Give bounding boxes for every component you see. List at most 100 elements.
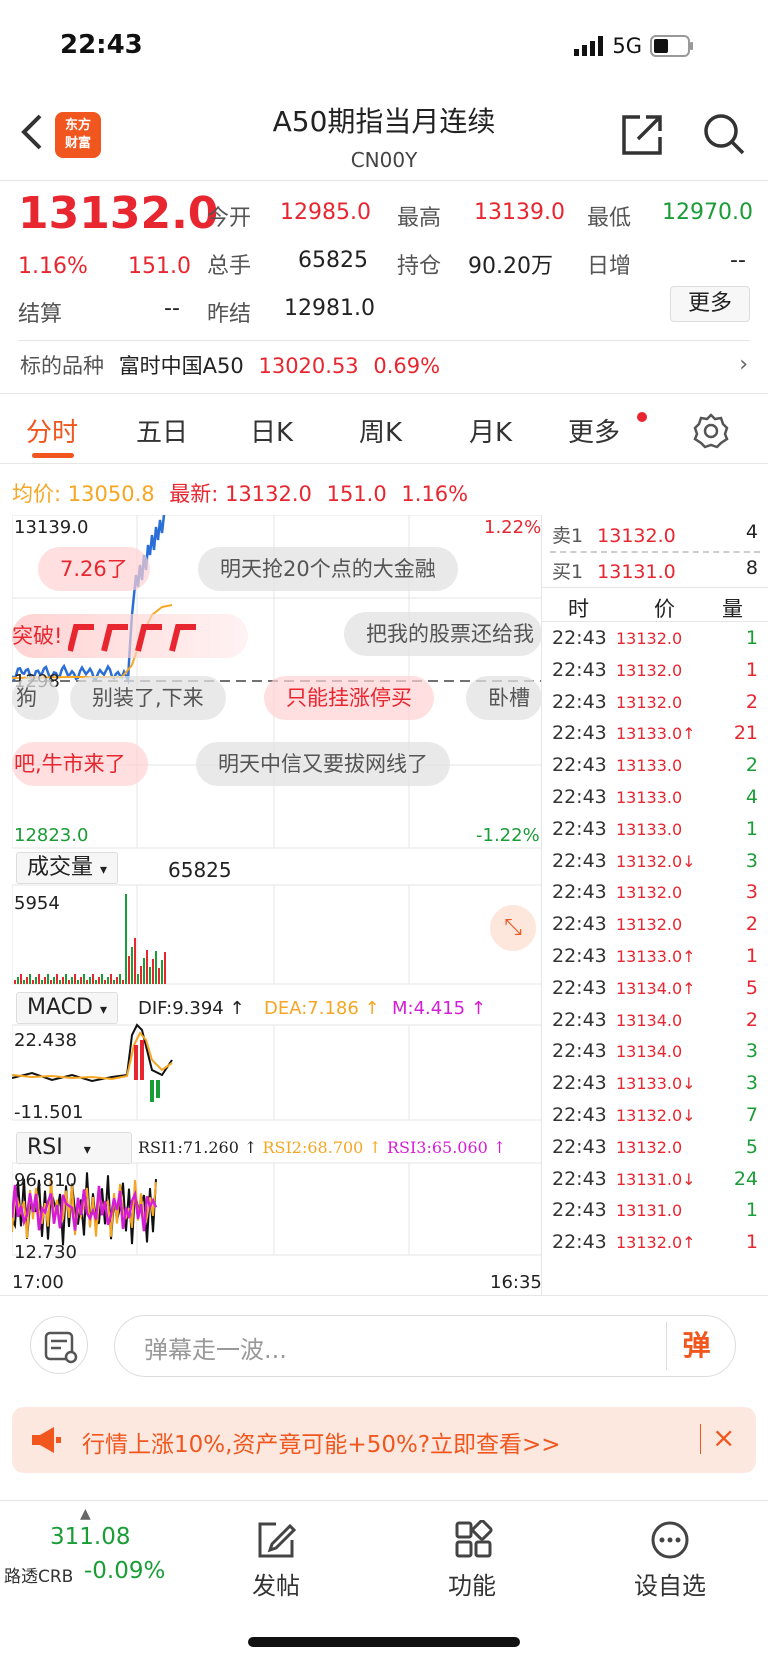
chevron-right-icon[interactable]: › <box>739 352 748 377</box>
tick-row: 22:43 13132.0 1 <box>542 627 768 657</box>
caret-up-icon[interactable]: ▲ <box>80 1506 91 1522</box>
oi-value: 90.20万 <box>468 254 553 279</box>
high-value: 13139.0 <box>474 200 565 225</box>
tick-row: 22:43 13132.0↑ 1 <box>542 1231 768 1261</box>
tick-price: 13132.0 <box>616 883 683 903</box>
danmaku-bubble[interactable]: 别装了,下来 <box>70 676 226 720</box>
divider <box>0 180 768 181</box>
tick-time: 22:43 <box>552 881 607 904</box>
tick-price: 13134.0↑ <box>616 978 696 998</box>
tick-volume: 3 <box>745 881 758 904</box>
macd-min: -11.501 <box>14 1102 84 1123</box>
danmaku-send-button[interactable]: 弹 <box>666 1322 726 1370</box>
tick-row: 22:43 13134.0 2 <box>542 1009 768 1039</box>
last-label: 最新: <box>169 482 219 506</box>
tick-price: 13133.0 <box>616 756 683 776</box>
tick-row: 22:43 13133.0 1 <box>542 818 768 848</box>
tab-intraday[interactable]: 分时 <box>26 412 78 449</box>
danmaku-bubble[interactable]: 卧槽 <box>466 676 542 720</box>
tick-row: 22:43 13133.0↑ 1 <box>542 945 768 975</box>
tick-price: 13134.0 <box>616 1042 683 1062</box>
share-icon[interactable] <box>620 113 664 157</box>
tab-weekly-k[interactable]: 周K <box>359 412 402 449</box>
tick-volume: 21 <box>733 722 758 745</box>
volume-indicator-select[interactable]: 成交量 ▾ <box>16 852 119 884</box>
volume-value: 65825 <box>168 858 232 882</box>
more-button[interactable]: 更多 <box>670 286 750 322</box>
tab-five-day[interactable]: 五日 <box>136 412 188 449</box>
rsi-indicator-select[interactable]: RSI ▾ <box>16 1132 132 1164</box>
danmaku-bubble[interactable]: 狗 <box>12 676 59 720</box>
tick-row: 22:43 13132.0 5 <box>542 1136 768 1166</box>
grid-functions-icon[interactable] <box>454 1520 494 1560</box>
low-value: 12970.0 <box>662 200 753 225</box>
nav-post[interactable]: 发帖 <box>252 1566 300 1601</box>
tick-volume: 5 <box>745 976 758 999</box>
tick-time: 22:43 <box>552 849 607 872</box>
crb-pct[interactable]: -0.09% <box>84 1558 165 1584</box>
home-indicator <box>248 1637 520 1647</box>
divider <box>0 463 768 464</box>
tick-time: 22:43 <box>552 722 607 745</box>
tick-time: 22:43 <box>552 690 607 713</box>
volume-bar <box>74 974 76 984</box>
buy-volume: 8 <box>745 557 758 579</box>
crb-label[interactable]: 路透CRB <box>4 1562 73 1587</box>
comment-settings-icon[interactable] <box>30 1316 88 1374</box>
tab-monthly-k[interactable]: 月K <box>469 412 512 449</box>
tick-price: 13132.0↓ <box>616 1106 696 1125</box>
volume-bar <box>149 967 151 984</box>
nav-functions[interactable]: 功能 <box>448 1566 496 1601</box>
prev-settle-value: 12981.0 <box>284 296 375 321</box>
crb-value[interactable]: 311.08 <box>50 1524 130 1550</box>
column-volume: 量 <box>722 597 743 621</box>
divider <box>0 1295 768 1296</box>
danmaku-bubble-hot[interactable]: 突破! <box>12 614 248 658</box>
more-dots-icon[interactable] <box>650 1520 690 1560</box>
tick-price: 13132.0 <box>616 629 683 648</box>
select-label: RSI <box>27 1135 63 1160</box>
tab-more[interactable]: 更多 <box>568 412 620 449</box>
tick-time: 22:43 <box>552 976 607 999</box>
volume-bar <box>50 980 52 984</box>
danmaku-bubble[interactable]: 7.26了 <box>38 547 150 591</box>
last-value: 13132.0 <box>225 482 312 506</box>
danmaku-bubble[interactable]: 把我的股票还给我 <box>344 612 542 656</box>
oi-label: 持仓 <box>397 254 442 279</box>
danmaku-bubble[interactable]: 明天抢20个点的大金融 <box>198 547 458 591</box>
tab-daily-k[interactable]: 日K <box>250 412 293 449</box>
tick-time: 22:43 <box>552 1135 607 1158</box>
macd-indicator-select[interactable]: MACD ▾ <box>16 992 118 1024</box>
open-label: 今开 <box>207 206 252 231</box>
tick-time: 22:43 <box>552 1104 607 1126</box>
close-icon[interactable]: × <box>712 1421 735 1454</box>
x-axis-end: 16:35 <box>490 1272 542 1293</box>
underlying-row[interactable]: 标的品种 富时中国A50 13020.53 0.69% <box>20 350 440 380</box>
tick-volume: 1 <box>745 658 758 681</box>
promo-text[interactable]: 行情上涨10%,资产竟可能+50%?立即查看>> <box>82 1425 561 1459</box>
search-icon[interactable] <box>702 112 746 156</box>
edit-post-icon[interactable] <box>256 1520 296 1560</box>
macd-max: 22.438 <box>14 1030 77 1051</box>
gear-icon[interactable] <box>693 413 729 449</box>
macd-m: M:4.415 ↑ <box>392 998 486 1019</box>
nav-watchlist[interactable]: 设自选 <box>634 1566 706 1601</box>
tick-price: 13132.0 <box>616 692 683 712</box>
volume-bar <box>125 894 127 984</box>
tick-volume: 2 <box>745 913 758 936</box>
danmaku-bubble[interactable]: 只能挂涨停买 <box>264 676 434 720</box>
volume-bar <box>59 980 61 984</box>
rsi3: RSI3:65.060 ↑ <box>386 1138 507 1157</box>
divider <box>700 1424 701 1454</box>
volume-bar <box>152 959 154 984</box>
tick-time: 22:43 <box>552 1199 607 1222</box>
volume-bar <box>122 980 124 984</box>
danmaku-bubble[interactable]: 明天中信又要拔网线了 <box>196 742 450 786</box>
expand-icon[interactable]: ⤡ <box>490 905 536 951</box>
low-label: 最低 <box>587 206 632 231</box>
volume-bar <box>158 968 160 984</box>
volume-bar <box>110 974 112 984</box>
danmaku-bubble[interactable]: 吧,牛市来了 <box>12 742 148 786</box>
volume-bar <box>47 974 49 984</box>
volume-bar <box>131 947 133 984</box>
